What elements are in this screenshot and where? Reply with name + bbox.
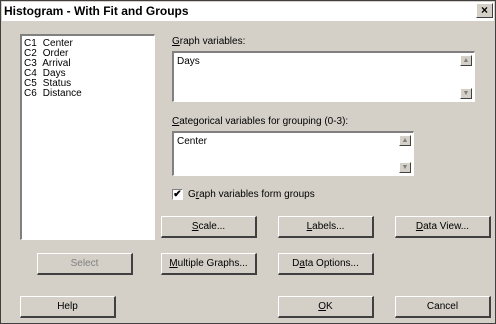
list-item[interactable]: C6 Distance <box>24 89 82 99</box>
cancel-button[interactable]: Cancel <box>395 296 491 318</box>
scroll-down-button[interactable]: ▼ <box>460 88 472 99</box>
data-view-button[interactable]: Data View... <box>395 216 491 238</box>
form-groups-label[interactable]: Graph variables form groups <box>188 189 315 200</box>
scroll-up-button[interactable]: ▲ <box>460 55 472 66</box>
categorical-variables-label: Categorical variables for grouping (0-3)… <box>172 116 349 127</box>
graph-variables-field[interactable]: Days ▲ ▼ <box>172 51 475 102</box>
graph-variables-label: Graph variables: <box>172 36 246 47</box>
form-groups-checkbox[interactable]: ✔ <box>172 189 183 200</box>
categorical-variables-value: Center <box>177 136 208 147</box>
dialog-title: Histogram - With Fit and Groups <box>4 4 189 18</box>
data-options-button[interactable]: Data Options... <box>278 253 374 275</box>
graph-variables-value: Days <box>177 56 200 67</box>
variable-list[interactable]: C1 Center C2 Order C3 Arrival C4 Days C5… <box>20 34 155 240</box>
scale-button[interactable]: Scale... <box>161 216 257 238</box>
checkmark-icon: ✔ <box>173 189 182 200</box>
ok-button[interactable]: OK <box>278 296 374 318</box>
scroll-down-button[interactable]: ▼ <box>399 162 411 173</box>
scroll-down-icon: ▼ <box>401 164 409 171</box>
multiple-graphs-button[interactable]: Multiple Graphs... <box>161 253 257 275</box>
title-bar: Histogram - With Fit and Groups × <box>2 2 494 21</box>
labels-button[interactable]: Labels... <box>278 216 374 238</box>
scroll-up-icon: ▲ <box>401 137 409 144</box>
histogram-dialog: Histogram - With Fit and Groups × C1 Cen… <box>0 0 496 324</box>
close-icon: × <box>480 3 488 17</box>
scroll-down-icon: ▼ <box>462 90 470 97</box>
scroll-up-button[interactable]: ▲ <box>399 135 411 146</box>
categorical-variables-field[interactable]: Center ▲ ▼ <box>172 131 414 176</box>
scroll-up-icon: ▲ <box>462 57 470 64</box>
close-button[interactable]: × <box>476 3 493 18</box>
select-button[interactable]: Select <box>37 253 133 275</box>
help-button[interactable]: Help <box>20 296 116 318</box>
